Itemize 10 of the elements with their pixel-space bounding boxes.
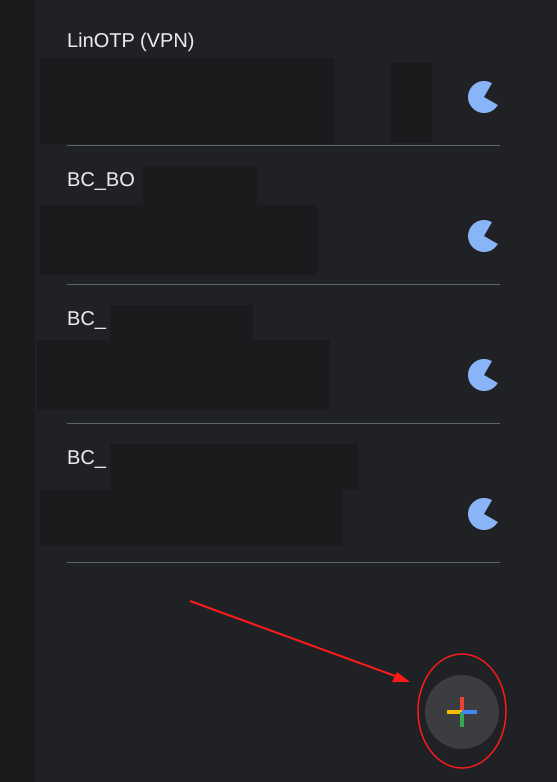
add-button[interactable] xyxy=(425,675,499,749)
account-name: LinOTP (VPN) xyxy=(67,29,194,54)
account-name: BC_ xyxy=(67,446,106,471)
plus-icon xyxy=(446,696,478,728)
countdown-timer-icon xyxy=(468,498,500,530)
countdown-timer-icon xyxy=(468,220,500,252)
countdown-timer-icon xyxy=(468,359,500,391)
countdown-timer-icon xyxy=(468,81,500,113)
account-name: BC_BO xyxy=(67,168,135,193)
account-name: BC_ xyxy=(67,307,106,332)
